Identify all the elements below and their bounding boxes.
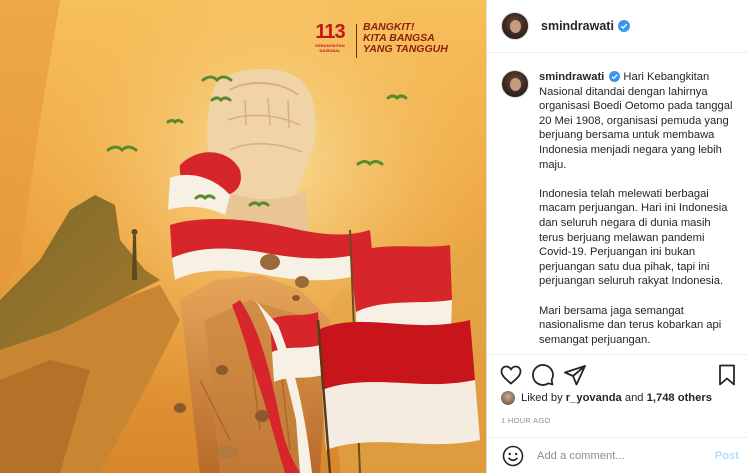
logo-mark: 113 KEBANGKITAN NASIONAL (310, 22, 350, 53)
avatar[interactable] (501, 12, 529, 40)
post-side-panel: smindrawati smindrawati Hari Kebangkitan… (486, 0, 748, 473)
liker-avatar[interactable] (501, 391, 515, 405)
caption-avatar[interactable] (501, 70, 529, 98)
comment-icon[interactable] (531, 363, 555, 387)
logo-subtitle: KEBANGKITAN NASIONAL (315, 43, 345, 53)
username-link[interactable]: smindrawati (541, 19, 614, 33)
slogan-line3: YANG TANGGUH (363, 43, 448, 55)
caption-text: smindrawati Hari Kebangkitan Nasional di… (539, 70, 737, 362)
caption-paragraph-1: Hari Kebangkitan Nasional ditandai denga… (539, 71, 733, 171)
caption-paragraph-2: Indonesia telah melewati berbagai macam … (539, 187, 728, 288)
share-icon[interactable] (563, 363, 587, 387)
logo-number: 113 (315, 21, 345, 43)
slogan: BANGKIT! KITA BANGSA YANG TANGGUH (363, 22, 448, 55)
heart-icon[interactable] (499, 363, 523, 387)
caption: smindrawati Hari Kebangkitan Nasional di… (501, 70, 737, 362)
action-bar (487, 354, 748, 394)
bookmark-icon[interactable] (715, 363, 739, 387)
likes-middle: and (624, 392, 644, 404)
post-image[interactable]: 113 KEBANGKITAN NASIONAL BANGKIT! KITA B… (0, 0, 486, 473)
caption-username[interactable]: smindrawati (539, 71, 604, 83)
post-header: smindrawati (487, 0, 748, 53)
emoji-icon[interactable] (501, 444, 525, 468)
instagram-post: 113 KEBANGKITAN NASIONAL BANGKIT! KITA B… (0, 0, 748, 473)
liker-username[interactable]: r_yovanda (566, 392, 622, 404)
caption-paragraph-3: Mari bersama jaga semangat nasionalisme … (539, 304, 722, 346)
likes-prefix: Liked by (521, 392, 563, 404)
comment-bar: Add a comment... Post (487, 437, 748, 473)
likes-summary: Liked by r_yovanda and 1,748 others (501, 391, 712, 405)
illustration (0, 0, 486, 473)
post-comment-button[interactable]: Post (715, 450, 739, 462)
logo-divider (356, 24, 357, 58)
verified-badge-icon (617, 20, 630, 32)
likes-count[interactable]: 1,748 others (647, 392, 712, 404)
event-logo: 113 KEBANGKITAN NASIONAL BANGKIT! KITA B… (310, 22, 448, 58)
verified-badge-icon (609, 71, 621, 82)
comment-input[interactable]: Add a comment... (537, 450, 715, 462)
post-timestamp[interactable]: 1 HOUR AGO (501, 416, 551, 425)
